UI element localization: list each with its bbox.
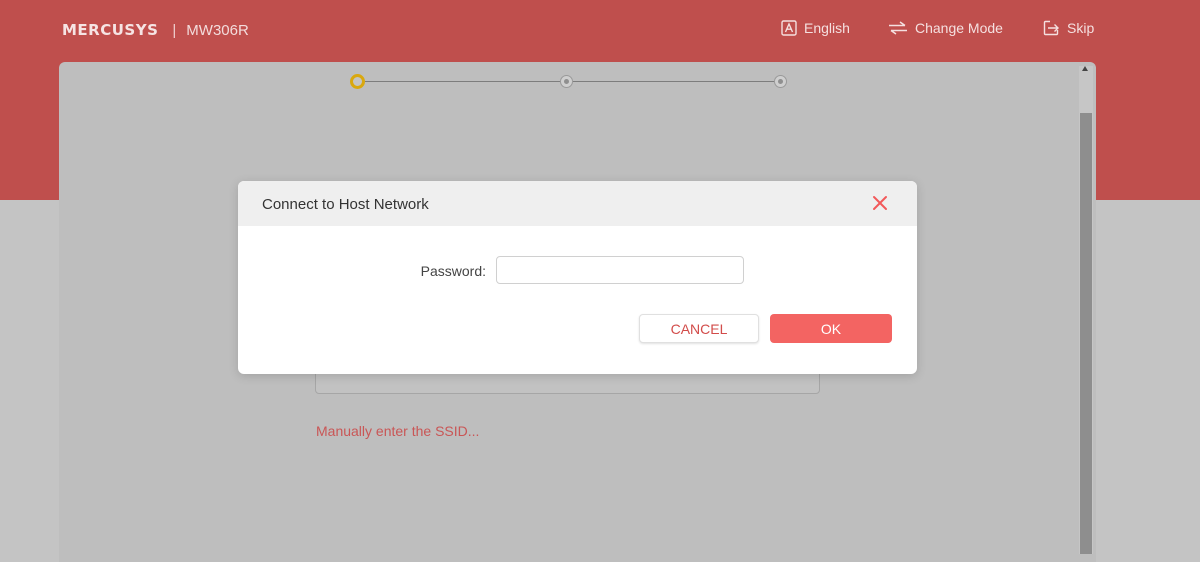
change-mode-label: Change Mode: [915, 20, 1003, 36]
model-name: MW306R: [186, 21, 249, 39]
swap-arrows-icon: [888, 21, 908, 35]
scrollbar-thumb[interactable]: [1080, 113, 1092, 554]
cancel-button[interactable]: CANCEL: [639, 314, 759, 343]
language-label: English: [804, 20, 850, 36]
brand: MERCUSYS | MW306R: [62, 20, 249, 40]
dialog-title: Connect to Host Network: [262, 196, 429, 213]
skip-label: Skip: [1067, 20, 1095, 36]
manual-ssid-link[interactable]: Manually enter the SSID...: [316, 423, 479, 439]
change-mode-button[interactable]: Change Mode: [888, 17, 1003, 39]
password-input[interactable]: [496, 256, 744, 284]
step-indicator-3: [774, 75, 787, 88]
connect-host-network-dialog: Connect to Host Network Password: CANCEL…: [238, 181, 917, 374]
language-a-icon: [781, 20, 797, 36]
close-icon[interactable]: [871, 194, 889, 212]
mercusys-logo: MERCUSYS: [62, 21, 159, 39]
language-selector[interactable]: English: [781, 17, 850, 39]
step-connector-2: [573, 81, 775, 82]
step-indicator-2: [560, 75, 573, 88]
skip-button[interactable]: Skip: [1043, 17, 1094, 39]
top-header: MERCUSYS | MW306R English Change Mode Sk…: [0, 0, 1200, 60]
step-indicator-1-active: [350, 74, 365, 89]
password-label: Password:: [420, 263, 486, 279]
ok-button[interactable]: OK: [770, 314, 892, 343]
scroll-up-arrow-icon[interactable]: [1082, 66, 1088, 71]
brand-separator: |: [172, 21, 177, 39]
step-connector-1: [365, 81, 561, 82]
exit-arrow-icon: [1043, 20, 1060, 36]
dialog-header: Connect to Host Network: [238, 181, 917, 226]
